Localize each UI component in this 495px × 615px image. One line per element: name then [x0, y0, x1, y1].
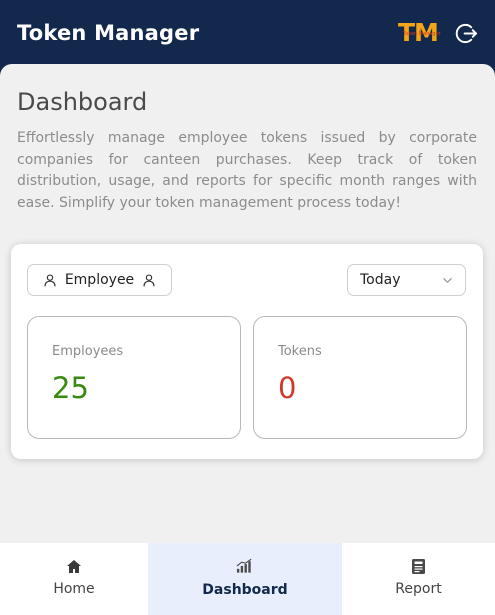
nav-item-home[interactable]: Home: [0, 543, 148, 615]
logout-icon: [455, 23, 477, 43]
intro-text: Effortlessly manage employee tokens issu…: [17, 130, 477, 211]
tokens-stat-value: 0: [278, 371, 297, 405]
nav-label-home: Home: [53, 581, 95, 597]
page-title: Dashboard: [17, 88, 148, 116]
date-range-select[interactable]: Today: [347, 264, 466, 296]
date-range-value: Today: [360, 272, 401, 288]
chevron-down-icon: [443, 277, 452, 283]
tokens-stat-label: Tokens: [278, 344, 322, 359]
logout-button[interactable]: [454, 21, 478, 45]
employees-stat-label: Employees: [52, 344, 124, 359]
header-actions: TM Token Manager: [398, 20, 478, 46]
app-header: Token Manager TM Token Manager: [0, 0, 495, 72]
employees-stat-value: 25: [52, 371, 89, 405]
brand-logo: TM Token Manager: [398, 20, 446, 46]
nav-label-report: Report: [395, 581, 442, 597]
app-title: Token Manager: [17, 21, 200, 45]
user-icon: [143, 274, 155, 287]
tokens-stat-card: Tokens 0: [253, 316, 467, 439]
nav-label-dashboard: Dashboard: [202, 582, 288, 598]
nav-item-dashboard[interactable]: Dashboard: [148, 543, 342, 615]
logo-subtext: Token Manager: [403, 31, 441, 37]
nav-item-report[interactable]: Report: [342, 543, 495, 615]
report-icon: [410, 557, 428, 575]
employee-filter-button[interactable]: Employee: [27, 264, 172, 296]
employee-filter-label: Employee: [64, 272, 135, 288]
bar-chart-icon: [236, 557, 254, 575]
main-content: Dashboard Effortlessly manage employee t…: [0, 64, 495, 544]
bottom-nav: Home Dashboard Report: [0, 543, 495, 615]
user-icon: [44, 274, 56, 287]
employees-stat-card: Employees 25: [27, 316, 241, 439]
dashboard-card: Employee Today Employees 25 Tokens 0: [11, 244, 483, 459]
home-icon: [65, 557, 83, 575]
